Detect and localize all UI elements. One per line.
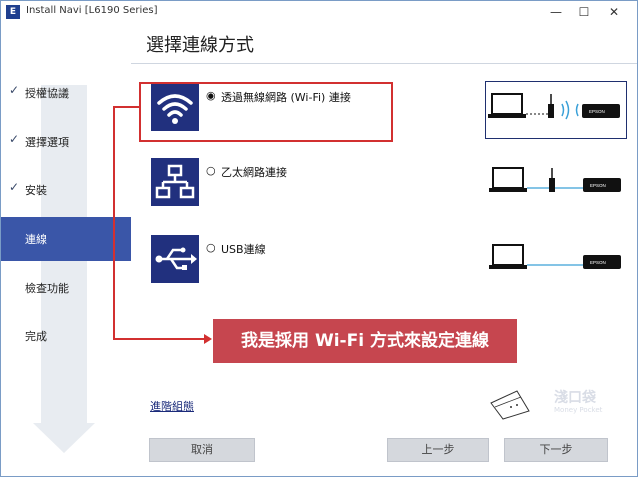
annotation-line	[113, 106, 115, 340]
step-install: ✓ 安裝	[1, 168, 131, 212]
check-icon: ✓	[9, 132, 20, 146]
step-label: 授權協議	[25, 87, 69, 100]
title-divider	[131, 63, 637, 64]
step-check-function: 檢查功能	[1, 266, 131, 310]
progress-arrow-head	[33, 423, 95, 453]
ethernet-network-icon	[151, 158, 199, 206]
next-button[interactable]: 下一步	[504, 438, 608, 462]
annotation-line	[113, 338, 205, 340]
annotation-arrow-tip	[204, 334, 212, 344]
epson-app-icon: E	[6, 5, 20, 19]
step-label: 完成	[25, 330, 47, 343]
step-options: ✓ 選擇選項	[1, 120, 131, 164]
step-label: 安裝	[25, 184, 47, 197]
thumb-brand-text: EPSON	[590, 260, 606, 265]
close-button[interactable]: ✕	[601, 3, 627, 21]
steps-sidebar: ✓ 授權協議 ✓ 選擇選項 ✓ 安裝 連線 檢查功能 完成	[1, 23, 141, 476]
step-label: 檢查功能	[25, 282, 69, 295]
wifi-connection-diagram: EPSON	[485, 81, 627, 139]
option-usb[interactable]: ○ USB連線 EPSON	[143, 231, 633, 291]
maximize-button[interactable]: ☐	[571, 3, 597, 21]
radio-ethernet[interactable]: ○	[206, 164, 216, 177]
installer-window: E Install Navi [L6190 Series] — ☐ ✕ ✓ 授權…	[0, 0, 638, 477]
window-title: Install Navi [L6190 Series]	[26, 5, 158, 16]
thumb-brand-text: EPSON	[590, 183, 606, 188]
step-finish: 完成	[1, 314, 131, 358]
watermark-subtext: Money Pocket	[554, 406, 603, 414]
step-label: 連線	[25, 233, 47, 246]
check-icon: ✓	[9, 180, 20, 194]
annotation-line	[113, 106, 141, 108]
wifi-highlight-box	[139, 82, 393, 142]
option-label: USB連線	[221, 243, 266, 256]
minimize-button[interactable]: —	[543, 3, 569, 21]
thumb-brand-text: EPSON	[589, 109, 605, 114]
ethernet-connection-diagram: EPSON	[487, 156, 627, 212]
annotation-callout: 我是採用 Wi-Fi 方式來設定連線	[213, 319, 517, 363]
usb-icon	[151, 235, 199, 283]
usb-connection-diagram: EPSON	[487, 233, 627, 289]
advanced-settings-link[interactable]: 進階組態	[150, 398, 194, 414]
back-button[interactable]: 上一步	[387, 438, 489, 462]
check-icon: ✓	[9, 83, 20, 97]
step-label: 選擇選項	[25, 136, 69, 149]
watermark-text: 淺口袋	[554, 390, 596, 406]
step-connection: 連線	[1, 217, 141, 261]
radio-usb[interactable]: ○	[206, 241, 216, 254]
title-bar: E Install Navi [L6190 Series] — ☐ ✕	[1, 1, 637, 23]
page-title: 選擇連線方式	[146, 35, 254, 56]
cancel-button[interactable]: 取消	[149, 438, 255, 462]
option-ethernet[interactable]: ○ 乙太網路連接 EPSON	[143, 154, 633, 214]
option-label: 乙太網路連接	[221, 166, 287, 179]
step-license: ✓ 授權協議	[1, 71, 131, 115]
